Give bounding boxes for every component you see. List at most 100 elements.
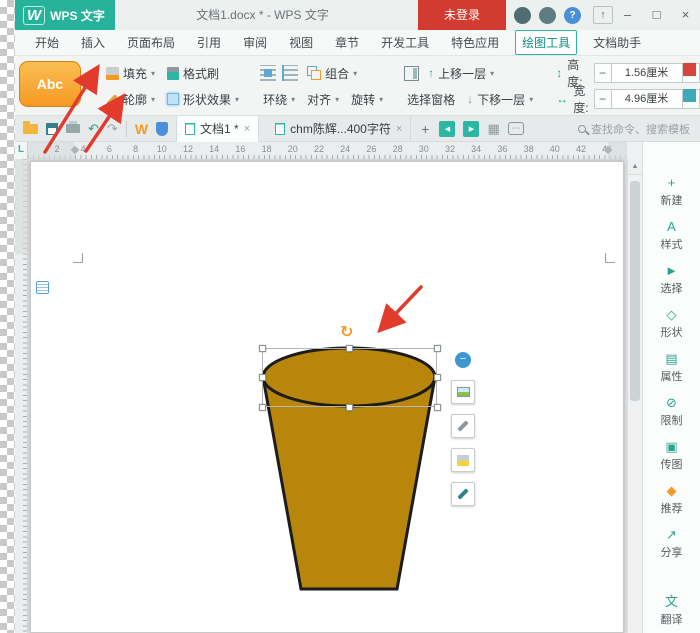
document-tab-2[interactable]: chm陈辉...400字符 × [267, 116, 411, 142]
minimize-button[interactable]: – [613, 0, 642, 30]
resize-handle-top-right[interactable] [434, 345, 441, 352]
width-decrease-button[interactable]: − [595, 90, 612, 108]
close-tab-icon[interactable]: × [396, 123, 402, 135]
properties-icon: ▤ [665, 352, 677, 366]
pencil-dark-icon [457, 488, 468, 499]
sidebar-item-styles[interactable]: A 样式 [643, 214, 700, 258]
rotate-label: 旋转 [351, 91, 375, 108]
tab-special-apps[interactable]: 特色应用 [445, 31, 505, 54]
fill-button[interactable]: 填充 ▾ [103, 61, 158, 85]
caret-down-icon: ▾ [353, 69, 357, 78]
image-icon: ▣ [665, 440, 677, 454]
height-decrease-button[interactable]: − [595, 64, 612, 82]
docer-shield-icon[interactable] [156, 122, 168, 136]
sidebar-item-recommend[interactable]: ◆ 推荐 [643, 478, 700, 522]
sidebar-item-properties[interactable]: ▤ 属性 [643, 346, 700, 390]
fill-color-icon [457, 455, 469, 466]
sidebar-item-new[interactable]: + 新建 [643, 170, 700, 214]
new-tab-button[interactable]: + [419, 121, 431, 137]
outline-button[interactable]: 轮廓 ▾ [103, 87, 158, 111]
height-value[interactable]: 1.56厘米 [612, 64, 682, 82]
text-wrap-icon[interactable] [260, 65, 276, 81]
next-tab-button[interactable]: ▶ [463, 121, 479, 137]
group-button[interactable]: 组合 ▾ [304, 61, 360, 85]
quick-fill-button[interactable] [451, 448, 475, 472]
tab-review[interactable]: 审阅 [237, 31, 273, 54]
align-button[interactable]: 对齐 ▾ [304, 87, 342, 111]
tab-page-layout[interactable]: 页面布局 [121, 31, 181, 54]
horizontal-ruler[interactable]: 2468101214161820222426283032343638404244 [28, 142, 627, 159]
sidebar-item-upload-image[interactable]: ▣ 传图 [643, 434, 700, 478]
resize-handle-top-left[interactable] [259, 345, 266, 352]
message-icon[interactable] [514, 7, 531, 24]
selection-pane-button[interactable]: 选择窗格 [404, 87, 458, 111]
wps-w-icon[interactable]: W [135, 121, 148, 137]
resize-handle-left[interactable] [259, 374, 266, 381]
prev-tab-button[interactable]: ◀ [439, 121, 455, 137]
undo-icon[interactable]: ↶ [88, 121, 99, 137]
rotate-handle[interactable]: ↻ [340, 322, 353, 342]
document-canvas[interactable]: ↻ − [28, 159, 627, 633]
vertical-scrollbar[interactable]: ▲ [627, 159, 642, 633]
close-tab-icon[interactable]: × [244, 123, 250, 135]
rotate-button[interactable]: 旋转 ▾ [348, 87, 386, 111]
tab-doc-assistant[interactable]: 文档助手 [587, 31, 647, 54]
tab-view[interactable]: 视图 [283, 31, 319, 54]
login-button[interactable]: 未登录 [418, 0, 506, 30]
command-search[interactable]: 查找命令、搜索模板 [578, 121, 690, 137]
quick-wrap-button[interactable] [451, 380, 475, 404]
sidebar-item-label: 样式 [661, 236, 683, 252]
tab-stop-selector[interactable]: L [15, 142, 28, 159]
align-objects-icon[interactable] [282, 65, 298, 81]
document-tab-1[interactable]: 文档1 * × [176, 116, 259, 142]
tab-home[interactable]: 开始 [29, 31, 65, 54]
sidebar-item-select[interactable]: ► 选择 [643, 258, 700, 302]
redo-icon[interactable]: ↷ [107, 121, 118, 137]
tab-drawing-tools[interactable]: 绘图工具 [515, 30, 577, 55]
selection-pane-icon[interactable] [404, 66, 419, 81]
resize-handle-top[interactable] [346, 345, 353, 352]
ribbon-tab-bar: 开始 插入 页面布局 引用 审阅 视图 章节 开发工具 特色应用 绘图工具 文档… [15, 30, 700, 56]
format-painter-icon [167, 67, 179, 80]
send-backward-button[interactable]: ↓ 下移一层 ▾ [464, 87, 536, 111]
tab-section[interactable]: 章节 [329, 31, 365, 54]
wrap-button[interactable]: 环绕 ▾ [260, 87, 298, 111]
tab-dev-tools[interactable]: 开发工具 [375, 31, 435, 54]
sidebar-item-shapes[interactable]: ◇ 形状 [643, 302, 700, 346]
close-button[interactable]: × [671, 0, 700, 30]
bring-forward-button[interactable]: ↑ 上移一层 ▾ [425, 61, 497, 85]
vertical-ruler[interactable] [15, 159, 28, 633]
open-folder-icon[interactable] [23, 124, 38, 134]
tab-insert[interactable]: 插入 [75, 31, 111, 54]
document-page[interactable]: ↻ − [30, 161, 624, 633]
resize-handle-bottom[interactable] [346, 404, 353, 411]
quick-outline-button[interactable] [451, 414, 475, 438]
resize-handle-bottom-left[interactable] [259, 404, 266, 411]
maximize-button[interactable]: □ [642, 0, 671, 30]
tab-references[interactable]: 引用 [191, 31, 227, 54]
width-value[interactable]: 4.96厘米 [612, 90, 682, 108]
app-menu-button[interactable]: W WPS 文字 [15, 0, 115, 30]
left-margin-marker[interactable] [71, 146, 79, 154]
settings-icon[interactable] [539, 7, 556, 24]
sidebar-item-translate[interactable]: 文 翻译 [643, 589, 700, 633]
gallery-more-icon[interactable]: ▾ [81, 61, 95, 111]
shape-style-sample[interactable]: Abc [19, 61, 81, 107]
collapse-quickbar-button[interactable]: − [455, 352, 471, 368]
feedback-bubble-icon[interactable]: ⋯ [508, 122, 524, 135]
resize-handle-right[interactable] [434, 374, 441, 381]
sidebar-item-restrict[interactable]: ⊘ 限制 [643, 390, 700, 434]
ribbon-collapse-icon[interactable]: ↑ [593, 6, 613, 24]
help-icon[interactable]: ? [564, 7, 581, 24]
quick-effects-button[interactable] [451, 482, 475, 506]
scroll-up-icon[interactable]: ▲ [628, 159, 642, 175]
scrollbar-thumb[interactable] [630, 181, 640, 401]
format-painter-button[interactable]: 格式刷 [164, 61, 242, 85]
resize-handle-bottom-right[interactable] [434, 404, 441, 411]
tab-list-icon[interactable]: ▦ [487, 121, 499, 137]
save-icon[interactable] [46, 123, 58, 135]
sidebar-item-share[interactable]: ↗ 分享 [643, 522, 700, 566]
print-icon[interactable] [66, 124, 80, 133]
shape-effects-button[interactable]: 形状效果 ▾ [164, 87, 242, 111]
sidebar-item-label: 属性 [661, 368, 683, 384]
